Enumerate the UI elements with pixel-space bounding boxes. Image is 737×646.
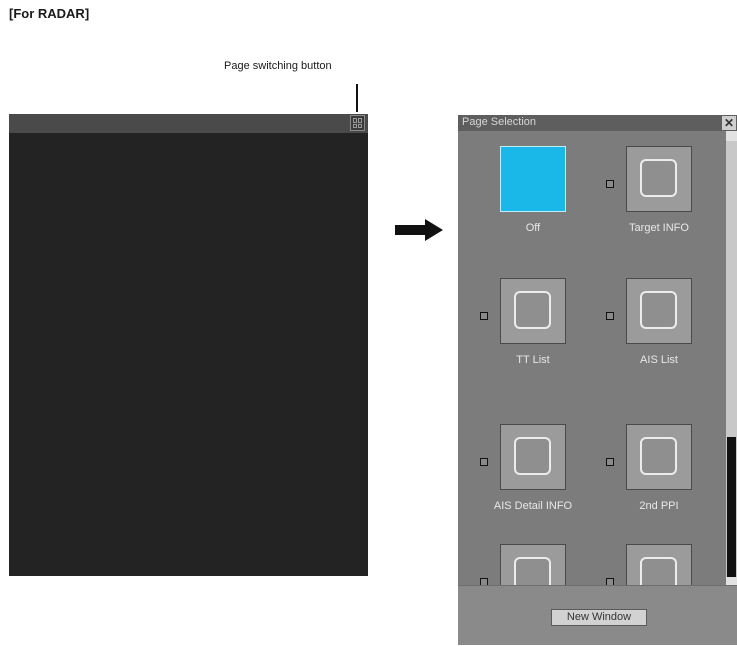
page-option-unlabeled[interactable]	[588, 544, 718, 585]
page-option-tile[interactable]	[500, 424, 566, 490]
page-grid-icon	[353, 118, 357, 123]
page-option-label: 2nd PPI	[639, 500, 679, 512]
radar-display-panel	[9, 114, 368, 576]
page-option-tile[interactable]	[500, 544, 566, 585]
page-tile-icon	[640, 159, 677, 197]
page-option-indicator	[606, 458, 614, 466]
page-option-label: AIS Detail INFO	[493, 500, 573, 512]
page-option-tile[interactable]	[626, 544, 692, 585]
page-option-indicator	[480, 458, 488, 466]
new-window-button[interactable]: New Window	[551, 609, 647, 626]
page-heading: [For RADAR]	[9, 6, 90, 21]
dialog-footer: New Window	[458, 585, 737, 645]
page-option-tile[interactable]	[500, 278, 566, 344]
page-tile-icon	[514, 557, 551, 585]
page-option-tile[interactable]	[626, 146, 692, 212]
page-tile-icon	[640, 291, 677, 329]
page-tile-icon	[514, 291, 551, 329]
page-option-tt-list[interactable]: TT List	[462, 278, 592, 398]
page-option-tile[interactable]	[500, 146, 566, 212]
page-option-tile[interactable]	[626, 278, 692, 344]
page-tile-icon	[640, 557, 677, 585]
page-option-off[interactable]: Off	[462, 146, 592, 266]
page-option-indicator	[606, 312, 614, 320]
page-option-2nd-ppi[interactable]: 2nd PPI	[588, 424, 718, 544]
page-option-label: Off	[525, 222, 541, 234]
page-option-indicator	[480, 312, 488, 320]
page-option-label: Target INFO	[629, 222, 689, 234]
dialog-scrollbar[interactable]	[726, 131, 737, 585]
page-tile-icon	[514, 437, 551, 475]
page-option-tile[interactable]	[626, 424, 692, 490]
dialog-title: Page Selection	[462, 116, 536, 128]
page-option-indicator	[606, 578, 614, 585]
page-option-label: AIS List	[640, 354, 678, 366]
scroll-down-icon[interactable]	[726, 577, 737, 585]
page-selection-dialog: Page Selection ✕ Off Target INFO TT List…	[458, 115, 737, 645]
page-option-indicator	[606, 180, 614, 188]
close-icon[interactable]: ✕	[722, 116, 736, 130]
radar-panel-title-bar	[9, 114, 368, 133]
page-option-ais-detail-info[interactable]: AIS Detail INFO	[462, 424, 592, 544]
page-switching-callout-label: Page switching button	[224, 60, 332, 72]
page-option-target-info[interactable]: Target INFO	[588, 146, 718, 266]
page-option-indicator	[480, 578, 488, 585]
page-switching-button[interactable]	[350, 115, 365, 131]
page-option-label: TT List	[516, 354, 550, 366]
page-option-unlabeled[interactable]	[462, 544, 592, 585]
page-selection-list: Off Target INFO TT List AIS List AIS Det…	[458, 131, 726, 585]
right-arrow-icon	[395, 219, 443, 241]
scrollbar-thumb[interactable]	[727, 437, 736, 579]
page-tile-icon	[640, 437, 677, 475]
scroll-up-icon[interactable]	[726, 131, 737, 141]
page-option-ais-list[interactable]: AIS List	[588, 278, 718, 398]
dialog-title-bar: Page Selection ✕	[458, 115, 737, 131]
callout-leader-line	[356, 84, 358, 112]
